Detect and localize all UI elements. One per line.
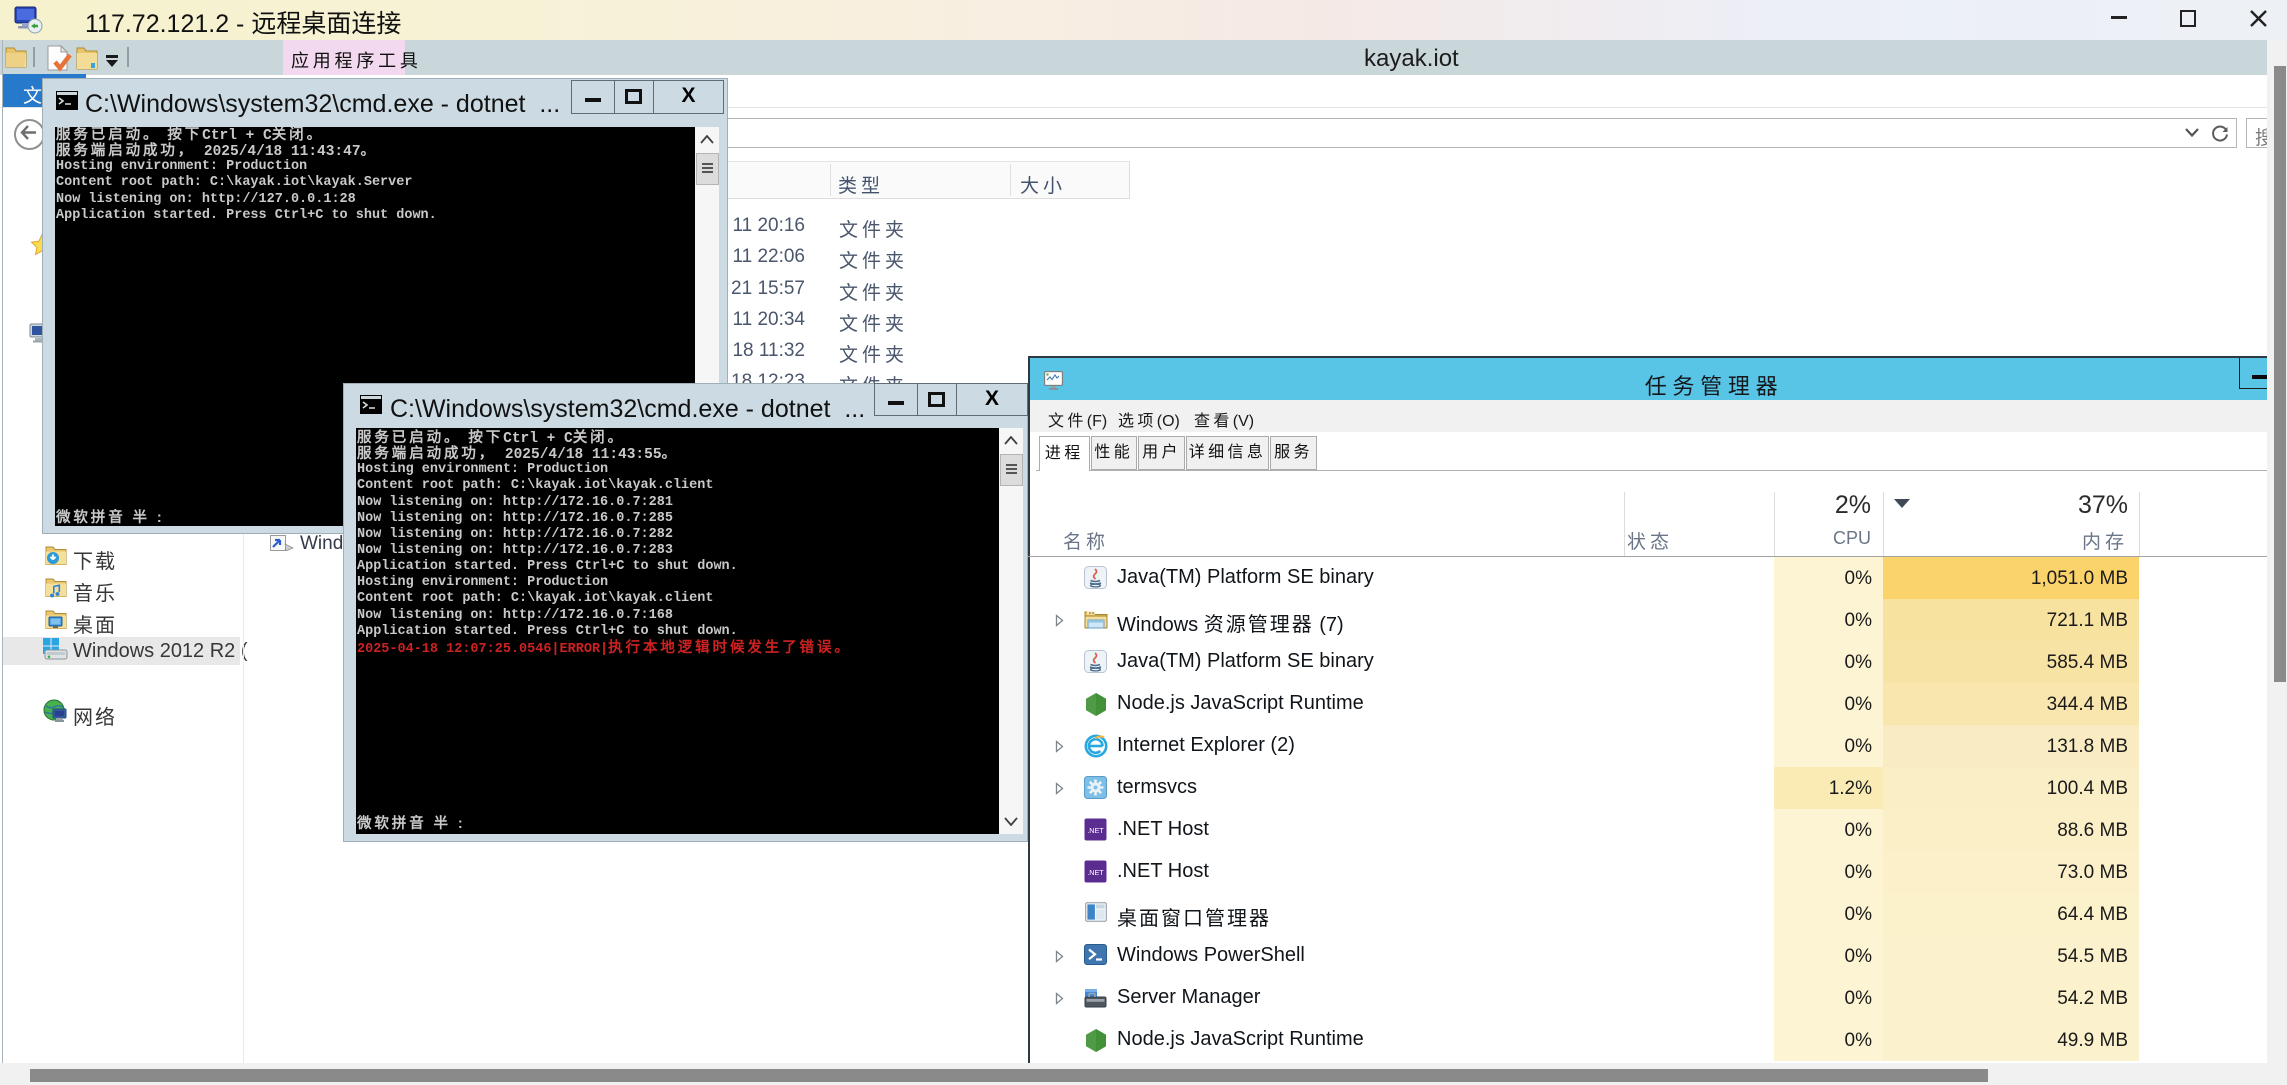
svg-text:.NET: .NET — [1087, 826, 1104, 835]
svg-text:.NET: .NET — [1087, 868, 1104, 877]
